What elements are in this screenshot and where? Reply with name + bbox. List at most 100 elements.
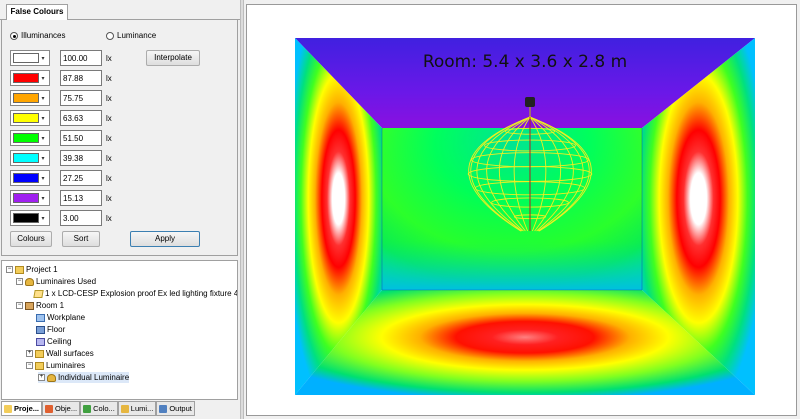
tree-item-project[interactable]: − Project 1 bbox=[6, 264, 58, 275]
collapse-icon[interactable]: − bbox=[26, 362, 33, 369]
colour-picker-button[interactable]: ▾ bbox=[10, 190, 50, 206]
threshold-value-input[interactable] bbox=[60, 70, 102, 86]
tab-icon bbox=[120, 404, 129, 413]
unit-label: lx bbox=[106, 133, 112, 143]
threshold-value-input[interactable] bbox=[60, 210, 102, 226]
pane-splitter[interactable] bbox=[240, 0, 244, 419]
radio-selected-icon bbox=[10, 31, 18, 40]
unit-label: lx bbox=[106, 153, 112, 163]
unit-label: lx bbox=[106, 213, 112, 223]
colour-row: ▾ lx bbox=[10, 149, 112, 167]
left-pane: False Colours Illuminances Luminance Int… bbox=[0, 0, 240, 419]
illuminances-radio[interactable]: Illuminances bbox=[10, 31, 65, 40]
tree-item-room[interactable]: − Room 1 bbox=[16, 300, 64, 311]
colour-picker-button[interactable]: ▾ bbox=[10, 130, 50, 146]
dropdown-arrow-icon: ▾ bbox=[41, 115, 45, 122]
tree-item-workplane[interactable]: Workplane bbox=[36, 312, 85, 323]
tree-item-label: Individual Luminaire bbox=[58, 373, 130, 382]
colour-picker-button[interactable]: ▾ bbox=[10, 170, 50, 186]
room-icon bbox=[25, 301, 34, 310]
bottom-tab-label: Obje... bbox=[55, 404, 78, 413]
dropdown-arrow-icon: ▾ bbox=[41, 195, 45, 202]
tree-item-label: Workplane bbox=[47, 313, 86, 322]
expand-icon[interactable]: + bbox=[26, 350, 33, 357]
expand-icon[interactable]: + bbox=[38, 374, 45, 381]
sort-button[interactable]: Sort bbox=[62, 231, 100, 247]
bottom-tab-label: Proje... bbox=[14, 404, 40, 413]
floor-icon bbox=[36, 325, 45, 334]
collapse-icon[interactable]: − bbox=[16, 278, 23, 285]
project-tree: − Project 1 − Luminaires Used 1 x LCD-CE… bbox=[1, 260, 238, 400]
colour-swatch bbox=[13, 173, 39, 183]
bottom-tab[interactable]: Output bbox=[156, 401, 195, 416]
unit-label: lx bbox=[106, 53, 112, 63]
colours-button[interactable]: Colours bbox=[10, 231, 52, 247]
colour-picker-button[interactable]: ▾ bbox=[10, 110, 50, 126]
tab-icon bbox=[4, 404, 12, 413]
threshold-value-input[interactable] bbox=[60, 50, 102, 66]
colour-picker-button[interactable]: ▾ bbox=[10, 50, 50, 66]
tab-false-colours[interactable]: False Colours bbox=[6, 4, 68, 20]
tree-item-luminaires[interactable]: − Luminaires bbox=[26, 360, 85, 371]
threshold-value-input[interactable] bbox=[60, 190, 102, 206]
colour-picker-button[interactable]: ▾ bbox=[10, 70, 50, 86]
colour-picker-button[interactable]: ▾ bbox=[10, 150, 50, 166]
colour-swatch bbox=[13, 193, 39, 203]
tree-item-label: Project 1 bbox=[26, 265, 58, 274]
radio-unselected-icon bbox=[106, 31, 114, 40]
unit-label: lx bbox=[106, 193, 112, 203]
colour-picker-button[interactable]: ▾ bbox=[10, 210, 50, 226]
dropdown-arrow-icon: ▾ bbox=[41, 175, 45, 182]
bottom-tab-bar: Proje... Obje... Colo... Lumi... Output bbox=[1, 401, 239, 417]
apply-button[interactable]: Apply bbox=[130, 231, 200, 247]
tree-item-ceiling[interactable]: Ceiling bbox=[36, 336, 71, 347]
tree-item-luminaire-entry[interactable]: 1 x LCD-CESP Explosion proof Ex led ligh… bbox=[33, 288, 237, 299]
dropdown-arrow-icon: ▾ bbox=[41, 75, 45, 82]
luminance-radio[interactable]: Luminance bbox=[106, 31, 156, 40]
tab-icon bbox=[159, 404, 168, 413]
colour-row: ▾ lx bbox=[10, 109, 112, 127]
bottom-tab[interactable]: Obje... bbox=[42, 401, 81, 416]
bottom-tab-label: Colo... bbox=[93, 404, 115, 413]
colour-row: ▾ lx bbox=[10, 69, 112, 87]
folder-icon bbox=[35, 349, 44, 358]
tree-item-label: Floor bbox=[47, 325, 66, 334]
3d-viewport[interactable]: Room: 5.4 x 3.6 x 2.8 m bbox=[246, 4, 797, 416]
ceiling-icon bbox=[36, 337, 45, 346]
bottom-tab[interactable]: Proje... bbox=[1, 401, 43, 416]
bottom-tab[interactable]: Colo... bbox=[80, 401, 118, 416]
colour-swatch bbox=[13, 113, 39, 123]
unit-label: lx bbox=[106, 173, 112, 183]
tree-item-label: Luminaires Used bbox=[36, 277, 97, 286]
fixture-icon bbox=[33, 289, 44, 298]
threshold-value-input[interactable] bbox=[60, 130, 102, 146]
colour-row: ▾ lx bbox=[10, 189, 112, 207]
colour-picker-button[interactable]: ▾ bbox=[10, 90, 50, 106]
threshold-value-input[interactable] bbox=[60, 90, 102, 106]
tree-item-label: Luminaires bbox=[46, 361, 86, 370]
dropdown-arrow-icon: ▾ bbox=[41, 95, 45, 102]
tree-item-floor[interactable]: Floor bbox=[36, 324, 65, 335]
tab-icon bbox=[83, 404, 92, 413]
folder-icon bbox=[15, 265, 24, 274]
colour-row: ▾ lx bbox=[10, 89, 112, 107]
bottom-tab-label: Lumi... bbox=[130, 404, 154, 413]
luminance-label: Luminance bbox=[117, 31, 157, 40]
tree-item-individual-luminaire[interactable]: + Individual Luminaire bbox=[38, 372, 130, 383]
illuminances-label: Illuminances bbox=[21, 31, 66, 40]
collapse-icon[interactable]: − bbox=[16, 302, 23, 309]
tree-item-luminaires-used[interactable]: − Luminaires Used bbox=[16, 276, 96, 287]
colour-row: ▾ lx bbox=[10, 49, 112, 67]
colour-swatch bbox=[13, 153, 39, 163]
tree-item-label: Wall surfaces bbox=[46, 349, 94, 358]
unit-label: lx bbox=[106, 93, 112, 103]
interpolate-button[interactable]: Interpolate bbox=[146, 50, 200, 66]
threshold-value-input[interactable] bbox=[60, 170, 102, 186]
collapse-icon[interactable]: − bbox=[6, 266, 13, 273]
bottom-tab[interactable]: Lumi... bbox=[117, 401, 157, 416]
tree-item-label: Room 1 bbox=[36, 301, 65, 310]
threshold-value-input[interactable] bbox=[60, 150, 102, 166]
threshold-value-input[interactable] bbox=[60, 110, 102, 126]
tree-item-wall-surfaces[interactable]: + Wall surfaces bbox=[26, 348, 94, 359]
colour-swatch bbox=[13, 213, 39, 223]
